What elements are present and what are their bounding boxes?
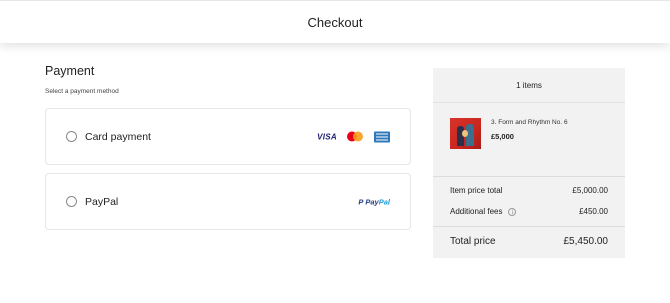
paypal-logo-icon: P PayPal xyxy=(358,197,390,206)
visa-logo-icon: VISA xyxy=(317,132,337,141)
payment-heading: Payment xyxy=(45,64,95,78)
payment-section: Payment Select a payment method xyxy=(45,64,411,95)
item-name: 3. Form and Rhythm No. 6 xyxy=(491,119,568,126)
card-payment-option[interactable]: Card payment VISA xyxy=(45,108,411,165)
page-header: Checkout xyxy=(0,0,670,43)
additional-fees-value: £450.00 xyxy=(579,207,608,216)
item-price-total-row: Item price total £5,000.00 xyxy=(450,186,608,195)
divider xyxy=(433,176,625,177)
info-icon[interactable]: i xyxy=(508,207,517,216)
order-summary: 1 items 3. Form and Rhythm No. 6 £5,000 … xyxy=(433,68,625,258)
payment-subheading: Select a payment method xyxy=(45,88,119,95)
paypal-logos: P PayPal xyxy=(358,197,390,206)
mastercard-logo-icon xyxy=(347,131,363,142)
card-payment-radio[interactable] xyxy=(66,131,77,142)
paypal-option[interactable]: PayPal P PayPal xyxy=(45,173,411,230)
total-price-label: Total price xyxy=(450,236,496,247)
divider xyxy=(433,226,625,227)
paypal-label: PayPal xyxy=(85,195,119,208)
additional-fees-row: Additional fees i £450.00 xyxy=(450,207,608,216)
item-price-total-label: Item price total xyxy=(450,186,503,195)
amex-logo-icon xyxy=(374,131,390,142)
card-payment-label: Card payment xyxy=(85,130,151,143)
item-price-total-value: £5,000.00 xyxy=(572,186,608,195)
additional-fees-label: Additional fees xyxy=(450,207,503,216)
items-count: 1 items xyxy=(433,68,625,103)
total-price-value: £5,450.00 xyxy=(563,236,609,247)
page-title: Checkout xyxy=(307,14,363,30)
artwork-thumbnail xyxy=(450,118,481,149)
summary-item: 3. Form and Rhythm No. 6 £5,000 xyxy=(450,118,568,149)
card-logos: VISA xyxy=(317,131,390,142)
total-price-row: Total price £5,450.00 xyxy=(433,226,625,247)
item-price: £5,000 xyxy=(491,132,514,141)
paypal-radio[interactable] xyxy=(66,196,77,207)
